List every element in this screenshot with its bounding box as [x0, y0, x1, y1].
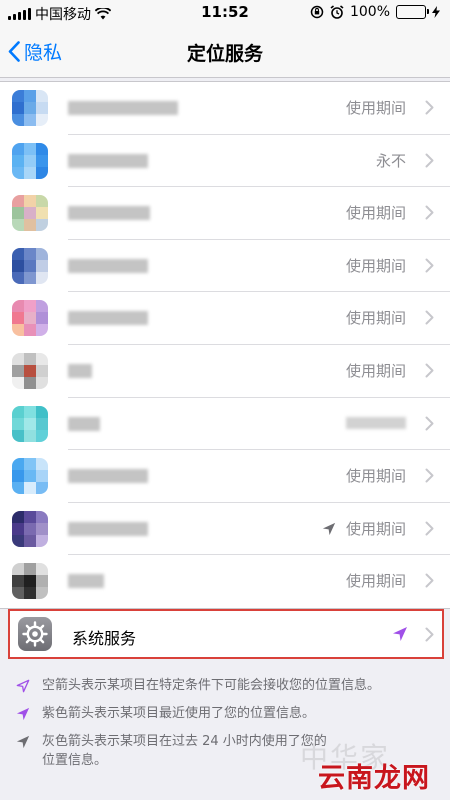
location-arrow-gray-icon — [322, 522, 336, 535]
legend-hollow-text: 空箭头表示某项目在特定条件下可能会接收您的位置信息。 — [42, 678, 381, 693]
status-bar: 中国移动 11:52 100% — [0, 0, 450, 26]
system-services-label: 系统服务 — [72, 629, 137, 648]
battery-icon — [396, 5, 429, 19]
legend-gray-text-line2: 位置信息。 — [42, 753, 108, 768]
app-name-obscured — [68, 101, 178, 115]
app-icon — [12, 195, 48, 232]
navigation-bar: 隐私 定位服务 — [0, 26, 450, 78]
app-name-obscured — [68, 416, 100, 431]
alarm-icon — [330, 5, 344, 19]
app-row[interactable]: 使用期间 — [0, 82, 450, 135]
legend-hollow-arrow: 空箭头表示某项目在特定条件下可能会接收您的位置信息。 — [16, 676, 436, 695]
chevron-right-icon — [425, 153, 434, 168]
app-name-obscured — [68, 574, 104, 589]
app-icon — [12, 300, 48, 337]
app-icon — [12, 90, 48, 126]
app-location-status: 使用期间 — [345, 572, 406, 591]
chevron-right-icon — [425, 258, 434, 273]
legend-gray-text-line1: 灰色箭头表示某项目在过去 24 小时内使用了您的 — [42, 734, 327, 749]
status-right: 100% — [310, 4, 440, 20]
app-list: 使用期间 永不 使用期间 使用期间 使用期间 使用期间 使用期间 使用期间 使用期间 — [0, 81, 450, 609]
page-title: 定位服务 — [186, 43, 263, 65]
app-icon — [12, 405, 48, 442]
location-arrow-purple-icon — [393, 627, 407, 641]
location-arrow-outline-icon — [16, 679, 30, 693]
app-name-obscured — [68, 363, 92, 378]
app-status-obscured — [346, 416, 406, 429]
gear-icon — [18, 617, 52, 651]
watermark-logo: 云南龙网 — [318, 763, 430, 794]
app-row[interactable] — [0, 398, 450, 451]
app-row[interactable]: 使用期间 — [0, 555, 450, 608]
app-location-status: 使用期间 — [345, 467, 406, 486]
orientation-lock-icon — [310, 5, 324, 19]
location-arrow-purple-icon — [16, 707, 30, 721]
app-name-obscured — [68, 206, 150, 221]
app-location-status: 使用期间 — [345, 361, 406, 380]
app-name-obscured — [68, 521, 148, 536]
chevron-right-icon — [425, 627, 434, 642]
app-row[interactable]: 使用期间 — [0, 345, 450, 398]
chevron-right-icon — [425, 100, 434, 115]
app-row[interactable]: 使用期间 — [0, 240, 450, 293]
app-icon — [12, 458, 48, 495]
app-row[interactable]: 使用期间 — [0, 450, 450, 503]
app-location-status: 使用期间 — [345, 519, 406, 538]
app-row[interactable]: 使用期间 — [0, 292, 450, 345]
app-row[interactable]: 使用期间 — [0, 503, 450, 556]
chevron-right-icon — [425, 363, 434, 378]
app-name-obscured — [68, 153, 148, 168]
battery-percent: 100% — [349, 4, 390, 20]
app-icon — [12, 352, 48, 389]
system-services-row[interactable]: 系统服务 — [8, 609, 444, 659]
app-row[interactable]: 永不 — [0, 135, 450, 188]
chevron-right-icon — [425, 521, 434, 536]
app-icon — [12, 510, 48, 547]
chevron-right-icon — [425, 310, 434, 325]
app-row[interactable]: 使用期间 — [0, 187, 450, 240]
app-name-obscured — [68, 311, 148, 326]
app-icon — [12, 563, 48, 600]
app-location-status: 永不 — [375, 151, 406, 170]
legend-purple-arrow: 紫色箭头表示某项目最近使用了您的位置信息。 — [16, 704, 436, 723]
app-location-status: 使用期间 — [345, 309, 406, 328]
chevron-right-icon — [425, 416, 434, 431]
app-icon — [12, 247, 48, 284]
app-name-obscured — [68, 469, 148, 484]
legend-purple-text: 紫色箭头表示某项目最近使用了您的位置信息。 — [42, 706, 316, 721]
charging-icon — [432, 6, 440, 18]
chevron-right-icon — [425, 468, 434, 483]
chevron-right-icon — [425, 573, 434, 588]
app-location-status: 使用期间 — [345, 99, 406, 117]
location-arrow-gray-icon — [16, 735, 30, 749]
app-name-obscured — [68, 258, 148, 273]
app-icon — [12, 142, 48, 179]
chevron-right-icon — [425, 205, 434, 220]
app-location-status: 使用期间 — [345, 204, 406, 223]
app-location-status: 使用期间 — [345, 256, 406, 275]
